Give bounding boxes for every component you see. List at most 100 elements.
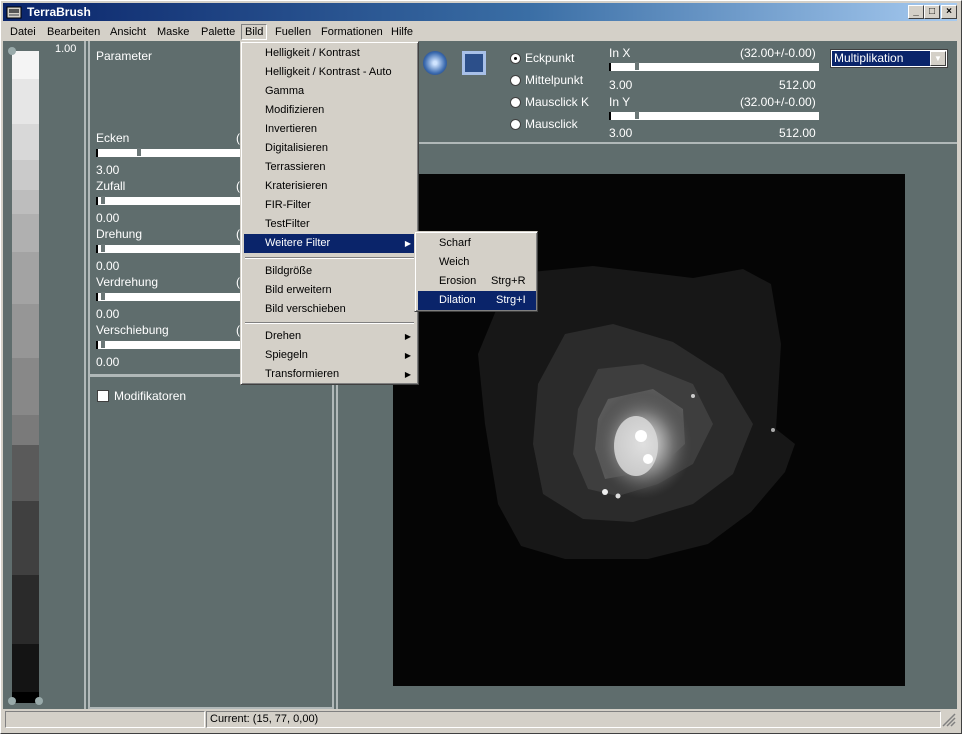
slider-verdrehung[interactable]	[96, 292, 242, 301]
slider-drehung[interactable]	[96, 244, 242, 253]
menu-item-drehen[interactable]: Drehen ▶	[244, 327, 417, 346]
slider-thumb[interactable]	[101, 196, 105, 204]
menu-item-testfilter[interactable]: TestFilter	[244, 215, 417, 234]
gradient-palette[interactable]	[8, 47, 43, 705]
maximize-button[interactable]: □	[924, 5, 940, 19]
slider-thumb[interactable]	[101, 244, 105, 252]
menu-item-dilation[interactable]: Dilation Strg+I	[418, 291, 536, 310]
in-y-label: In Y	[609, 95, 631, 109]
menu-item-digitalisieren[interactable]: Digitalisieren	[244, 139, 417, 158]
radio-eckpunkt[interactable]	[510, 53, 521, 64]
menu-datei[interactable]: Datei	[7, 24, 39, 40]
menu-item-weich-label: Weich	[439, 256, 470, 268]
in-x-slider[interactable]	[609, 62, 819, 71]
slider-label-verdrehung: Verdrehung	[96, 275, 159, 289]
palette-handle-bottom-left[interactable]	[8, 697, 16, 705]
menu-maske[interactable]: Maske	[154, 24, 192, 40]
minimize-icon: _	[913, 6, 919, 17]
circle-brush-icon[interactable]	[423, 51, 447, 75]
palette-handle-top[interactable]	[8, 47, 16, 55]
close-icon: ×	[946, 6, 952, 17]
menu-item-spiegeln[interactable]: Spiegeln ▶	[244, 346, 417, 365]
menu-item-kraterisieren[interactable]: Kraterisieren	[244, 177, 417, 196]
in-y-min: 3.00	[609, 126, 633, 140]
slider-label-verschiebung: Verschiebung	[96, 323, 169, 337]
menu-item-gamma[interactable]: Gamma	[244, 82, 417, 101]
menu-item-scharf-label: Scharf	[439, 237, 471, 249]
menu-ansicht[interactable]: Ansicht	[107, 24, 149, 40]
slider-thumb[interactable]	[137, 148, 141, 156]
slider-label-drehung: Drehung	[96, 227, 143, 241]
submenu-arrow-icon: ▶	[404, 239, 411, 248]
slider-verschiebung[interactable]	[96, 340, 242, 349]
radio-label-eckpunkt: Eckpunkt	[525, 51, 575, 65]
canvas-area	[336, 144, 957, 709]
menu-item-transformieren-label: Transformieren	[265, 368, 340, 380]
slider-thumb[interactable]	[101, 340, 105, 348]
in-y-slider[interactable]	[609, 111, 819, 120]
in-y-max: 512.00	[779, 126, 816, 140]
slider-ecken[interactable]	[96, 148, 242, 157]
in-x-value: (32.00+/-0.00)	[740, 46, 816, 60]
radio-mittelpunkt[interactable]	[510, 75, 521, 86]
menu-item-erosion-label: Erosion	[439, 275, 477, 287]
dropdown-arrow-icon[interactable]: ▼	[930, 51, 946, 66]
blend-mode-value: Multiplikation	[832, 51, 930, 66]
brush-controls: Eckpunkt Mittelpunkt Mausclick K Mauscli…	[336, 41, 957, 144]
menu-item-modifizieren[interactable]: Modifizieren	[244, 101, 417, 120]
menu-item-bild-erweitern[interactable]: Bild erweitern	[244, 281, 417, 300]
menu-item-scharf[interactable]: Scharf	[418, 234, 536, 253]
menu-item-invertieren[interactable]: Invertieren	[244, 120, 417, 139]
menu-fuellen[interactable]: Fuellen	[272, 24, 314, 40]
parameter-title: Parameter	[96, 49, 153, 63]
slider-label-zufall: Zufall	[96, 179, 126, 193]
modifiers-checkbox[interactable]	[97, 390, 109, 402]
menu-item-bild-verschieben[interactable]: Bild verschieben	[244, 300, 417, 319]
status-bar: Current: (15, 77, 0,00)	[3, 711, 957, 730]
menu-item-bildgroesse[interactable]: Bildgröße	[244, 262, 417, 281]
menu-item-fir-filter[interactable]: FIR-Filter	[244, 196, 417, 215]
radio-label-mausclick-k: Mausclick K	[525, 95, 590, 109]
blend-mode-select[interactable]: Multiplikation ▼	[830, 49, 948, 68]
square-brush-icon[interactable]	[462, 51, 486, 75]
slider-label-ecken: Ecken	[96, 131, 130, 145]
menu-separator	[245, 322, 414, 324]
menu-bearbeiten[interactable]: Bearbeiten	[44, 24, 103, 40]
menu-item-transformieren[interactable]: Transformieren ▶	[244, 365, 417, 384]
client-area: 1.00 Parameter Ecken ( 3.00 Zufall (0.0…	[3, 41, 957, 709]
palette-handle-bottom-right[interactable]	[35, 697, 43, 705]
slider-thumb[interactable]	[101, 292, 105, 300]
menu-hilfe[interactable]: Hilfe	[388, 24, 416, 40]
minimize-button[interactable]: _	[908, 5, 924, 19]
menu-item-erosion[interactable]: Erosion Strg+R	[418, 272, 536, 291]
resize-grip-icon[interactable]	[942, 713, 956, 727]
radio-mausclick-k[interactable]	[510, 97, 521, 108]
menu-item-terrassieren[interactable]: Terrassieren	[244, 158, 417, 177]
radio-mausclick[interactable]	[510, 119, 521, 130]
menu-bar: Datei Bearbeiten Ansicht Maske Palette B…	[3, 22, 957, 41]
in-x-max: 512.00	[779, 78, 816, 92]
menu-item-helligkeit-kontrast-auto[interactable]: Helligkeit / Kontrast - Auto	[244, 63, 417, 82]
menu-formationen[interactable]: Formationen	[318, 24, 386, 40]
in-x-min: 3.00	[609, 78, 633, 92]
title-bar[interactable]: TerraBrush _ □ ×	[3, 3, 957, 21]
modifiers-panel: Modifikatoren	[88, 376, 334, 709]
slider-value-verdrehung: 0.00	[96, 307, 120, 321]
slider-zufall[interactable]	[96, 196, 242, 205]
shortcut-erosion: Strg+R	[491, 275, 526, 287]
menu-item-dilation-label: Dilation	[439, 294, 476, 306]
slider-thumb[interactable]	[635, 111, 639, 119]
radio-label-mausclick: Mausclick	[525, 117, 578, 131]
window-title: TerraBrush	[27, 5, 91, 19]
menu-palette[interactable]: Palette	[198, 24, 238, 40]
submenu-arrow-icon: ▶	[404, 332, 411, 341]
submenu-arrow-icon: ▶	[404, 351, 411, 360]
menu-item-helligkeit-kontrast[interactable]: Helligkeit / Kontrast	[244, 44, 417, 63]
close-button[interactable]: ×	[941, 5, 957, 19]
menu-item-weitere-filter[interactable]: Weitere Filter ▶	[244, 234, 417, 253]
palette-top-value: 1.00	[55, 43, 77, 55]
slider-thumb[interactable]	[635, 62, 639, 70]
menu-item-weich[interactable]: Weich	[418, 253, 536, 272]
menu-bild[interactable]: Bild	[241, 24, 268, 40]
shortcut-dilation: Strg+I	[496, 294, 526, 306]
